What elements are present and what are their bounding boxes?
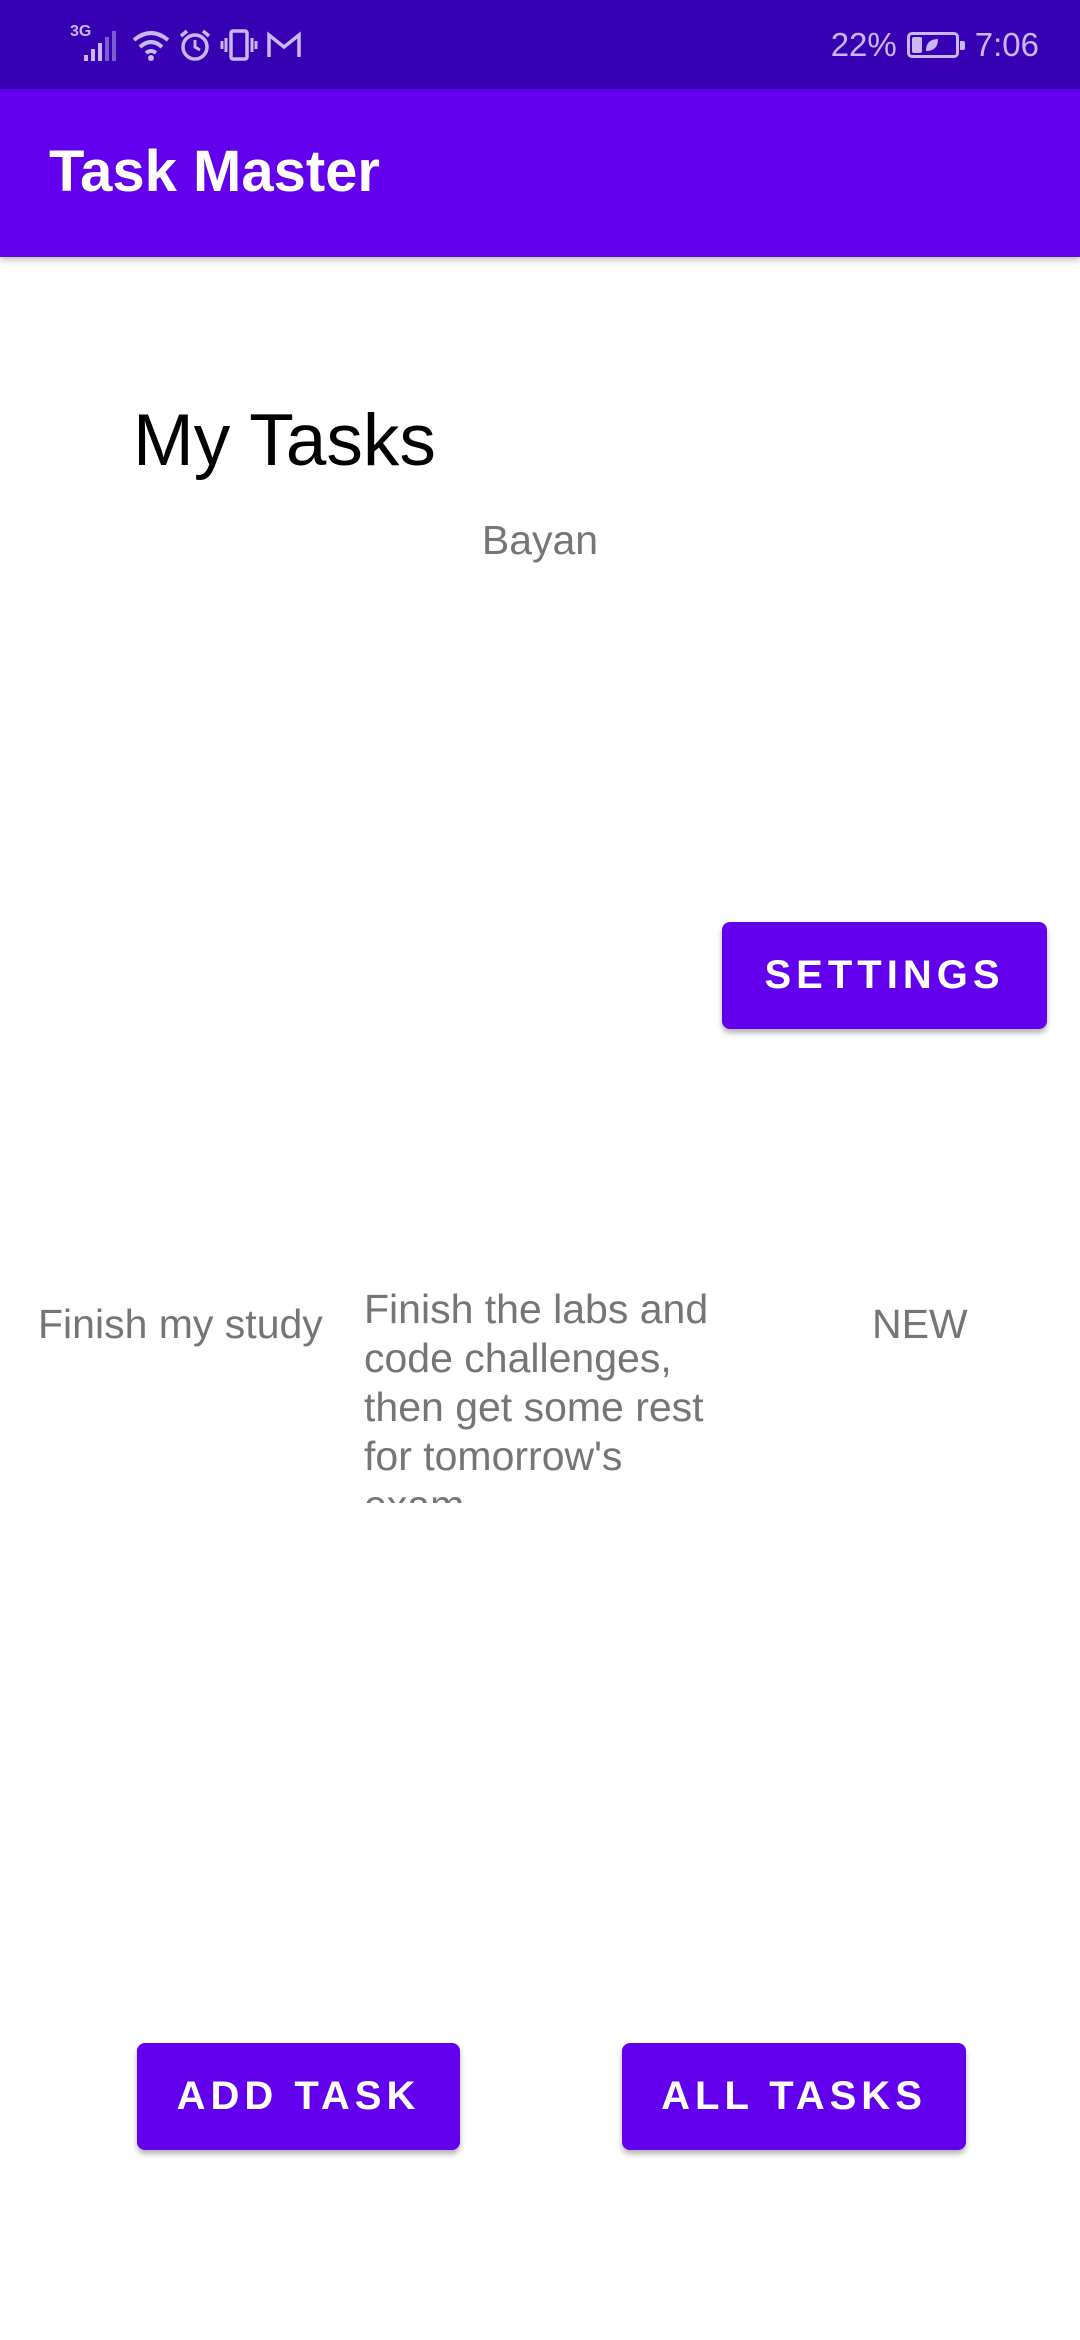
- alarm-icon: [179, 29, 211, 61]
- task-title: Finish my study: [38, 1301, 323, 1347]
- gmail-icon: [267, 31, 301, 57]
- network-type: 3G: [70, 23, 92, 40]
- task-body: Finish the labs and code challenges, the…: [364, 1286, 709, 1503]
- status-icons-left: 3G: [70, 22, 302, 68]
- wifi-icon: [132, 31, 170, 61]
- task-state: NEW: [872, 1301, 968, 1347]
- app-bar: Task Master: [0, 89, 1080, 257]
- battery-fill: [911, 37, 922, 53]
- battery-icon: [906, 32, 965, 58]
- task-item[interactable]: Finish my study Finish the labs and code…: [0, 1285, 1080, 1505]
- battery-percent: 22%: [830, 26, 897, 63]
- username-label: Bayan: [481, 517, 599, 563]
- settings-button[interactable]: SETTINGS: [722, 922, 1047, 1029]
- add-task-button[interactable]: ADD TASK: [137, 2043, 460, 2150]
- all-tasks-button[interactable]: ALL TASKS: [622, 2043, 966, 2150]
- page-title: My Tasks: [133, 400, 436, 481]
- app-title: Task Master: [49, 139, 380, 204]
- leaf-icon: [925, 39, 938, 51]
- signal-icon: 3G: [70, 23, 124, 65]
- status-icons-right: 22% 7:06: [831, 22, 1039, 68]
- clock: 7:06: [974, 26, 1039, 63]
- status-bar: 3G 22% 7:06: [0, 0, 1080, 89]
- vibrate-icon: [220, 29, 258, 61]
